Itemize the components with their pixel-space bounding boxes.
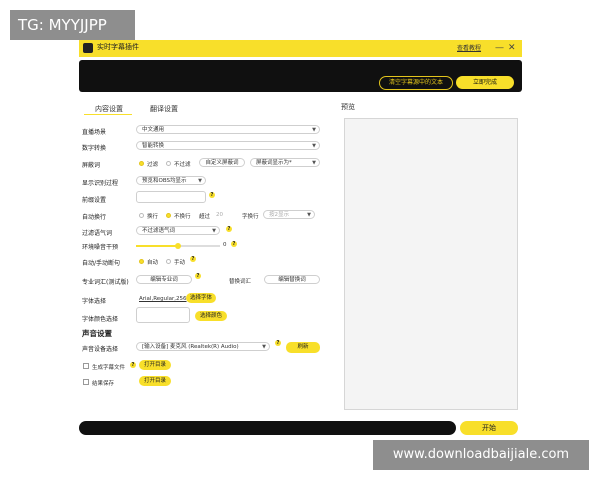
wrap-lines-select[interactable]: 按2显示 ▼ xyxy=(263,210,315,219)
filler-label: 过滤语气词 xyxy=(82,230,113,237)
preview-area xyxy=(344,118,518,410)
chevron-down-icon: ▼ xyxy=(262,344,266,350)
help-link[interactable]: 查看教程 xyxy=(457,43,481,52)
wrap-label: 自动换行 xyxy=(82,214,107,221)
close-icon[interactable]: ✕ xyxy=(508,42,516,54)
edit-vocab-button[interactable]: 编辑专业词 xyxy=(136,275,192,284)
edit-replace-button[interactable]: 编辑替换词 xyxy=(264,275,320,284)
select-color-button[interactable]: 选择颜色 xyxy=(195,311,227,321)
chevron-down-icon: ▼ xyxy=(198,178,202,184)
segment-auto-text: 自动 xyxy=(147,260,159,266)
block-display-select[interactable]: 屏蔽词显示为* ▼ xyxy=(250,158,320,167)
active-tab-indicator xyxy=(84,114,132,115)
convert-now-button[interactable]: 立即完成 xyxy=(456,76,514,89)
preview-label: 预览 xyxy=(341,103,355,111)
chevron-down-icon: ▼ xyxy=(307,212,311,218)
font-color-label: 字体颜色选择 xyxy=(82,316,119,323)
noise-value: 0 xyxy=(223,242,227,248)
help-icon[interactable]: ? xyxy=(209,192,215,198)
segment-label: 自动/手动断句 xyxy=(82,260,121,267)
subtitle-file-label: 生成字幕文件 xyxy=(92,365,126,371)
audio-section-title: 声音设置 xyxy=(82,329,112,338)
clear-text-button[interactable]: 清空字幕源中的文本 xyxy=(379,76,453,90)
noise-slider-fill xyxy=(136,245,178,247)
tab-translation-settings[interactable]: 翻译设置 xyxy=(150,104,178,114)
number-select[interactable]: 智能转换 ▼ xyxy=(136,141,320,150)
help-icon[interactable]: ? xyxy=(231,241,237,247)
noise-label: 环境噪音干预 xyxy=(82,244,119,251)
app-icon xyxy=(83,43,93,53)
block-filter-radio[interactable] xyxy=(139,161,144,166)
font-label: 字体选择 xyxy=(82,298,107,305)
block-filter-text: 过滤 xyxy=(147,162,159,168)
watermark-top: TG: MYYJJPP xyxy=(10,10,135,40)
chevron-down-icon: ▼ xyxy=(312,160,316,166)
wrap-count[interactable]: 20 xyxy=(216,212,223,218)
prefix-label: 前缀设置 xyxy=(82,197,107,204)
font-color-swatch[interactable] xyxy=(136,307,190,323)
subtitle-file-checkbox[interactable] xyxy=(83,363,89,369)
open-result-dir-button[interactable]: 打开目录 xyxy=(139,376,171,386)
scene-select[interactable]: 中文通用 ▼ xyxy=(136,125,320,134)
chevron-down-icon: ▼ xyxy=(312,127,316,133)
help-icon[interactable]: ? xyxy=(130,362,136,368)
segment-manual-text: 手动 xyxy=(174,260,186,266)
select-font-button[interactable]: 选择字体 xyxy=(186,293,216,303)
filler-select[interactable]: 不过滤语气词 ▼ xyxy=(136,226,220,235)
custom-block-button[interactable]: 自定义屏蔽词 xyxy=(199,158,245,167)
minimize-icon[interactable]: — xyxy=(495,42,504,54)
result-save-checkbox[interactable] xyxy=(83,379,89,385)
block-nofilter-radio[interactable] xyxy=(166,161,171,166)
nowrap-text: 不换行 xyxy=(174,214,191,220)
result-save-label: 结果保存 xyxy=(92,381,115,387)
wrap-radio[interactable] xyxy=(139,213,144,218)
block-label: 屏蔽词 xyxy=(82,162,101,169)
help-icon[interactable]: ? xyxy=(226,226,232,232)
help-icon[interactable]: ? xyxy=(275,340,281,346)
scene-label: 直播场景 xyxy=(82,129,107,136)
nowrap-radio[interactable] xyxy=(166,213,171,218)
refresh-button[interactable]: 刷新 xyxy=(286,342,320,353)
help-icon[interactable]: ? xyxy=(190,256,196,262)
wrap-text: 换行 xyxy=(147,214,159,220)
chevron-down-icon: ▼ xyxy=(312,143,316,149)
status-bar xyxy=(79,421,456,435)
help-icon[interactable]: ? xyxy=(195,273,201,279)
tab-content-settings[interactable]: 内容设置 xyxy=(95,104,123,114)
start-button[interactable]: 开始 xyxy=(460,421,518,435)
font-value: Arial,Regular,256 xyxy=(139,296,187,302)
open-subtitle-dir-button[interactable]: 打开目录 xyxy=(139,360,171,370)
chars-wrap-text: 字换行 xyxy=(242,214,259,220)
segment-manual-radio[interactable] xyxy=(166,259,171,264)
window-title: 实时字幕插件 xyxy=(97,43,139,51)
subtitle-banner: 清空字幕源中的文本 立即完成 xyxy=(79,60,522,92)
watermark-bottom: www.downloadbaijiale.com xyxy=(373,440,589,470)
segment-auto-radio[interactable] xyxy=(139,259,144,264)
vocab-label: 专业词汇(测试版) xyxy=(82,279,129,286)
number-label: 数字转换 xyxy=(82,145,107,152)
prefix-input[interactable] xyxy=(136,191,206,203)
process-select[interactable]: 预览和OBS均显示 ▼ xyxy=(136,176,206,185)
noise-slider[interactable] xyxy=(136,243,220,249)
title-bar: 实时字幕插件 查看教程 — ✕ xyxy=(79,40,522,57)
audio-device-select[interactable]: [输入设备] 麦克风 (Realtek(R) Audio) ▼ xyxy=(136,342,270,351)
process-label: 显示识别过程 xyxy=(82,180,119,187)
replace-label: 替换词汇 xyxy=(229,279,252,285)
block-nofilter-text: 不过滤 xyxy=(174,162,191,168)
audio-device-label: 声音设备选择 xyxy=(82,346,119,353)
exceed-text: 超过 xyxy=(199,214,211,220)
noise-slider-handle[interactable] xyxy=(175,243,181,249)
chevron-down-icon: ▼ xyxy=(212,228,216,234)
